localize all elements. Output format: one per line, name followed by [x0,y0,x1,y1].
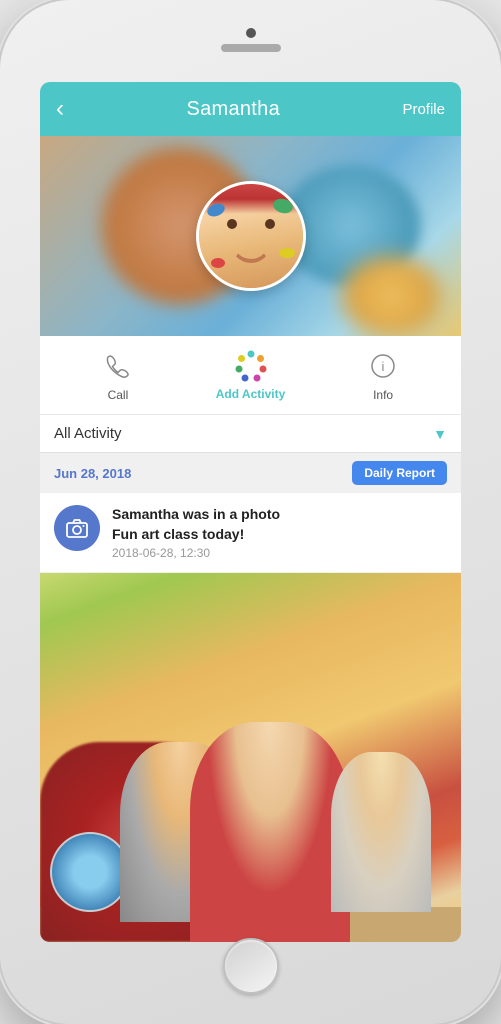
call-icon [100,348,136,384]
info-label: Info [373,388,393,402]
date-label: Jun 28, 2018 [54,466,131,481]
face-smile [231,243,271,263]
action-row: Call Add Activity [40,336,461,415]
info-icon: i [365,348,401,384]
add-activity-label: Add Activity [216,387,286,401]
phone-top-bar [221,28,281,52]
activity-title: Samantha was in a photo Fun art class to… [112,505,447,544]
face-eye-left [227,219,237,229]
activity-photo [40,573,461,942]
date-row: Jun 28, 2018 Daily Report [40,453,461,493]
child-face-image [199,184,303,288]
activity-timestamp: 2018-06-28, 12:30 [112,546,447,560]
photo-child3 [190,722,350,942]
call-label: Call [108,388,129,402]
photo-globe [50,832,130,912]
activity-camera-icon-circle [54,505,100,551]
phone-screen: ‹ Samantha Profile [40,82,461,942]
header-bar: ‹ Samantha Profile [40,82,461,136]
svg-text:i: i [382,359,385,374]
speaker-slot [221,44,281,52]
daily-report-button[interactable]: Daily Report [352,461,447,485]
info-action[interactable]: i Info [365,348,401,402]
activity-item: Samantha was in a photo Fun art class to… [40,493,461,573]
hero-bg-blob3 [341,256,441,336]
add-activity-icon [234,349,268,383]
page-title: Samantha [186,98,280,121]
paint-splash-yellow [279,248,295,258]
filter-label: All Activity [54,425,122,442]
face-eye-right [265,219,275,229]
phone-frame: ‹ Samantha Profile [0,0,501,1024]
home-button[interactable] [223,938,279,994]
filter-bar[interactable]: All Activity ▼ [40,415,461,453]
hero-banner [40,136,461,336]
camera-dot [246,28,256,38]
activity-text-block: Samantha was in a photo Fun art class to… [112,505,447,560]
back-button[interactable]: ‹ [56,95,64,123]
filter-dropdown-arrow: ▼ [433,426,447,442]
photo-child4 [331,752,431,912]
profile-link[interactable]: Profile [402,101,445,118]
paint-splash-red [211,258,225,268]
add-activity-action[interactable]: Add Activity [216,349,286,401]
call-action[interactable]: Call [100,348,136,402]
avatar [196,181,306,291]
